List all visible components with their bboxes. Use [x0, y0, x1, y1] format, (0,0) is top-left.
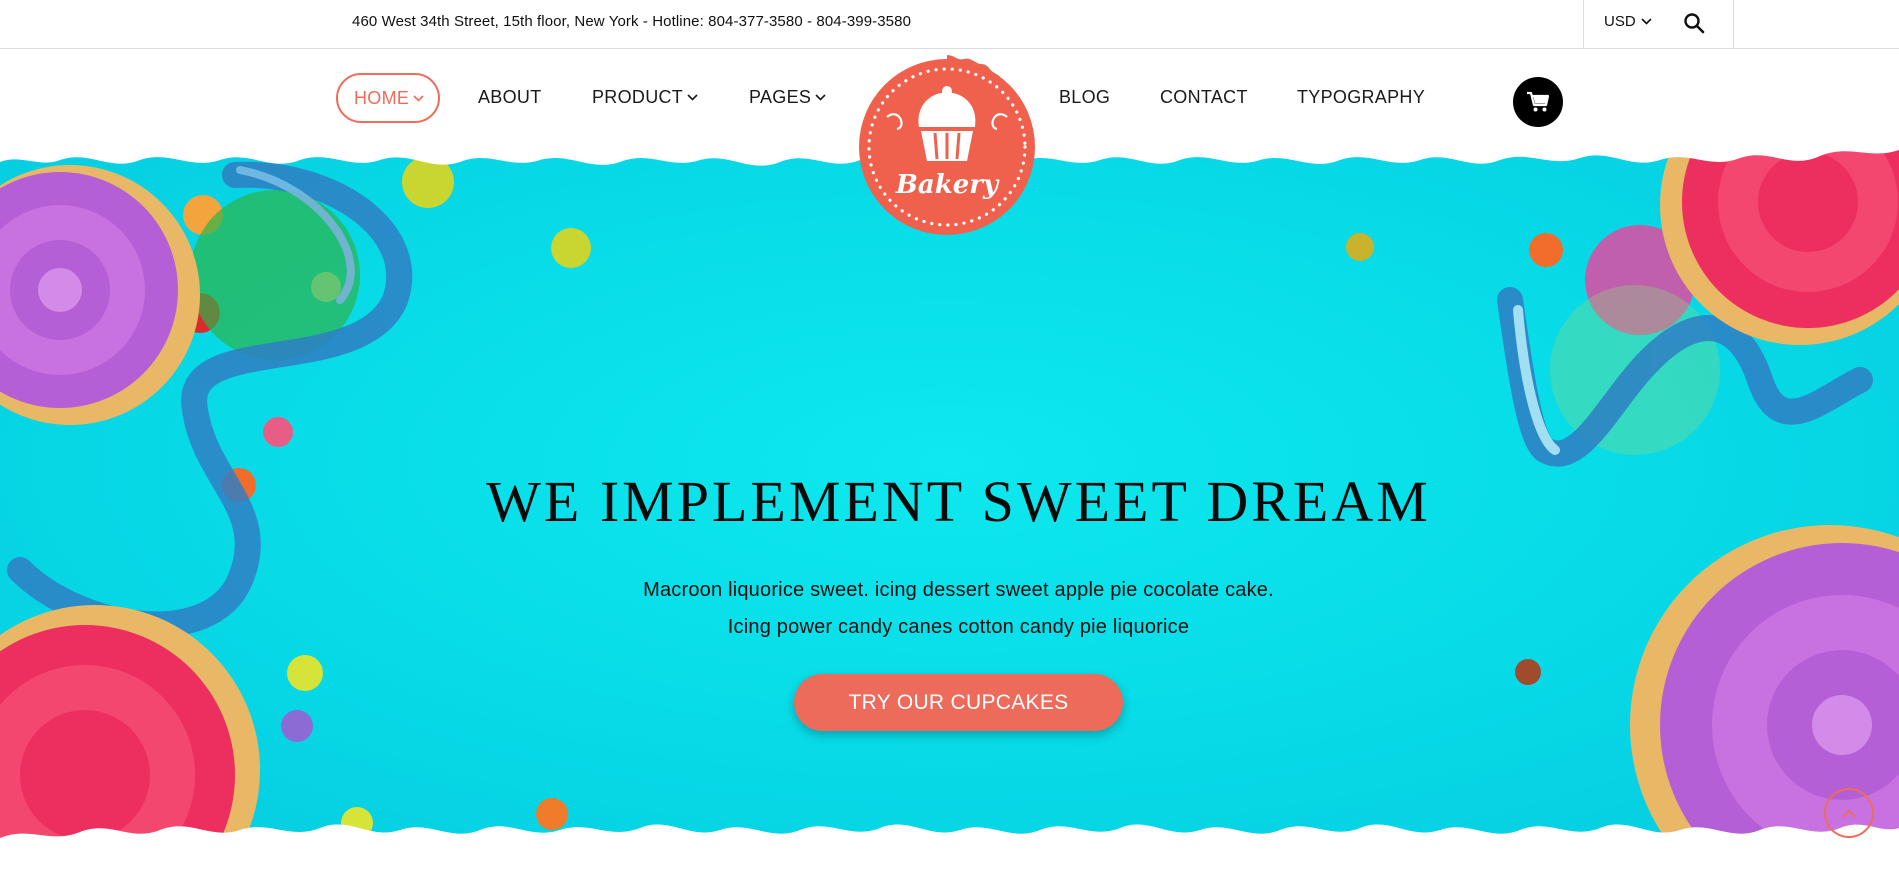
cart-icon	[1527, 91, 1550, 112]
nav-product-label: PRODUCT	[592, 87, 684, 107]
chevron-down-icon	[687, 93, 698, 101]
search-icon[interactable]	[1683, 12, 1705, 34]
hero-title: WE IMPLEMENT SWEET DREAM	[486, 469, 1431, 534]
nav-home-label: HOME	[354, 88, 410, 108]
chevron-down-icon	[413, 94, 424, 102]
cupcake-top-left	[0, 165, 200, 425]
chevron-up-icon	[1842, 809, 1856, 818]
scroll-to-top-button[interactable]	[1824, 788, 1874, 838]
nav-pages-label: PAGES	[749, 87, 812, 107]
cupcake-bottom-left	[0, 605, 260, 845]
logo-text: Bakery	[895, 170, 1000, 200]
currency-selector[interactable]: USD	[1604, 13, 1652, 30]
wave-bottom	[0, 824, 1899, 845]
nav-home[interactable]: HOME	[336, 73, 441, 123]
nav-blog-label: BLOG	[1059, 87, 1111, 107]
currency-label: USD	[1604, 13, 1636, 30]
hero-subtitle-line-1: Macroon liquorice sweet. icing dessert s…	[643, 579, 1274, 601]
contact-address: 460 West 34th Street, 15th floor, New Yo…	[352, 13, 912, 30]
divider	[1733, 0, 1734, 49]
nav-typography-label: TYPOGRAPHY	[1297, 87, 1426, 107]
nav-typography[interactable]: TYPOGRAPHY	[1297, 86, 1425, 108]
nav-contact-label: CONTACT	[1160, 87, 1248, 107]
nav-blog[interactable]: BLOG	[1059, 86, 1110, 108]
nav-product[interactable]: PRODUCT	[592, 86, 698, 108]
divider	[1583, 0, 1584, 49]
top-bar: 460 West 34th Street, 15th floor, New Yo…	[0, 0, 1899, 49]
hero-banner: WE IMPLEMENT SWEET DREAM Macroon liquori…	[0, 150, 1899, 845]
nav-contact[interactable]: CONTACT	[1160, 86, 1248, 108]
try-cupcakes-button[interactable]: TRY OUR CUPCAKES	[794, 674, 1123, 731]
nav-pages[interactable]: PAGES	[749, 86, 826, 108]
cart-button[interactable]	[1513, 77, 1563, 127]
nav-about-label: ABOUT	[478, 87, 542, 107]
hero-subtitle-line-2: Icing power candy canes cotton candy pie…	[727, 616, 1190, 638]
chevron-down-icon	[815, 93, 826, 101]
bakery-logo[interactable]: Bakery	[853, 53, 1041, 241]
chevron-down-icon	[1641, 18, 1652, 25]
nav-about[interactable]: ABOUT	[478, 86, 542, 108]
